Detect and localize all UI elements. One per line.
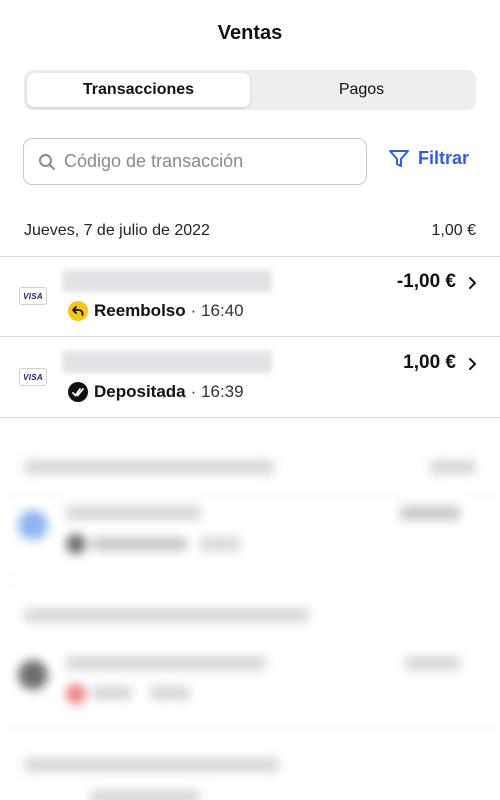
filter-label: Filtrar bbox=[418, 148, 470, 168]
search-input[interactable] bbox=[64, 151, 344, 172]
status-label: Reembolso bbox=[94, 301, 186, 320]
visa-card-icon: VISA bbox=[19, 287, 47, 305]
divider bbox=[0, 336, 500, 337]
group-date: Jueves, 7 de julio de 2022 bbox=[24, 222, 210, 239]
filter-icon bbox=[389, 149, 409, 167]
status-time: · 16:39 bbox=[190, 382, 244, 401]
group-total: 1,00 € bbox=[431, 222, 476, 239]
transaction-status: Depositada · 16:39 bbox=[68, 382, 244, 402]
search-box[interactable] bbox=[23, 138, 367, 185]
transaction-amount: 1,00 € bbox=[403, 352, 456, 373]
status-time: · 16:40 bbox=[190, 301, 244, 320]
chevron-right-icon bbox=[469, 277, 476, 289]
deposited-check-icon bbox=[68, 382, 88, 402]
tab-pagos[interactable]: Pagos bbox=[250, 73, 473, 107]
divider bbox=[0, 417, 500, 418]
page-title: Ventas bbox=[217, 22, 283, 44]
segmented-control: Transacciones Pagos bbox=[24, 70, 476, 110]
transaction-amount: -1,00 € bbox=[396, 271, 456, 292]
transaction-row[interactable]: VISA Reembolso · 16:40 -1,00 € bbox=[0, 257, 500, 337]
visa-card-icon: VISA bbox=[19, 368, 47, 386]
status-label: Depositada bbox=[94, 382, 186, 401]
filter-button[interactable]: Filtrar bbox=[388, 148, 469, 169]
search-icon bbox=[39, 153, 55, 170]
blurred-description bbox=[62, 270, 272, 292]
transaction-status: Reembolso · 16:40 bbox=[68, 301, 244, 321]
tab-transacciones[interactable]: Transacciones bbox=[27, 73, 250, 107]
blurred-transaction-list bbox=[0, 420, 500, 800]
refund-arrow-icon bbox=[68, 301, 88, 321]
date-group-header: Jueves, 7 de julio de 2022 1,00 € bbox=[24, 222, 476, 240]
chevron-right-icon bbox=[469, 358, 476, 370]
transaction-row[interactable]: VISA Depositada · 16:39 1,00 € bbox=[0, 338, 500, 418]
blurred-description bbox=[62, 351, 272, 373]
